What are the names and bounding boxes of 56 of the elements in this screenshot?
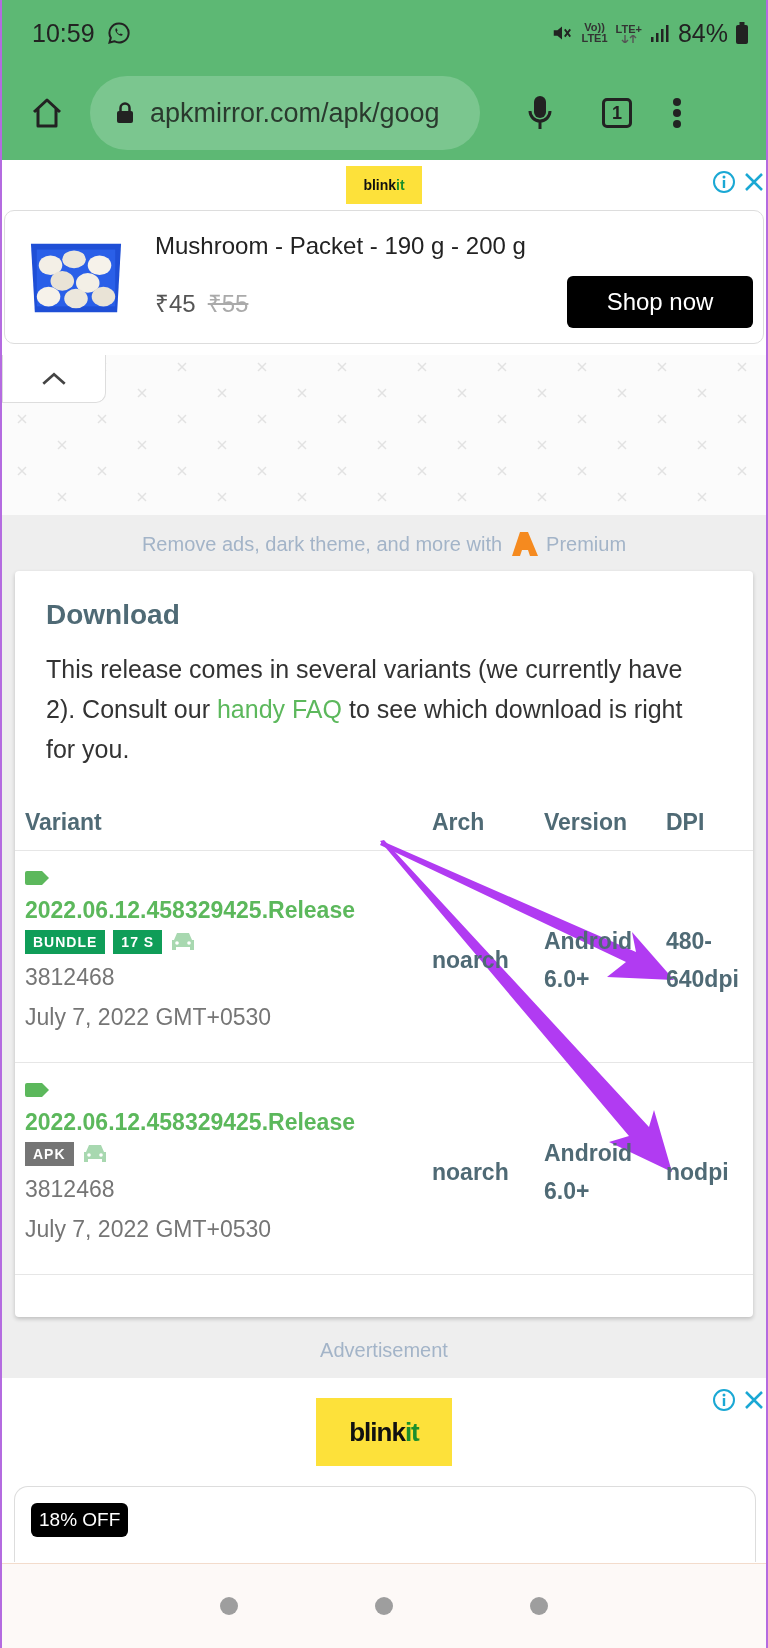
file-size: 3812468	[25, 1175, 115, 1204]
offer-card[interactable]: 18% OFF	[14, 1486, 756, 1562]
upload-date: July 7, 2022 GMT+0530	[25, 1215, 272, 1244]
column-header: Arch	[432, 809, 486, 836]
info-icon[interactable]	[712, 1388, 736, 1412]
battery-icon	[736, 22, 748, 44]
file-size: 3812468	[25, 963, 115, 992]
status-time: 10:59	[32, 18, 95, 48]
brand-logo[interactable]: blinkit	[316, 1398, 452, 1466]
product-card[interactable]: Mushroom - Packet - 190 g - 200 g ₹45 ₹55 Shop now	[4, 210, 764, 344]
intro-paragraph: This release comes in several variants (we currently have 2). Consult our handy FAQ to see which download is right for you.	[46, 654, 684, 765]
nav-recents-button[interactable]	[220, 1597, 239, 1615]
tab-switcher-button[interactable]: 1	[602, 98, 632, 128]
volte-label: Vo))	[584, 22, 605, 33]
battery-percent: 84%	[677, 18, 728, 48]
microphone-icon[interactable]	[528, 95, 552, 131]
column-header: Version	[544, 809, 629, 836]
address-bar[interactable]: apkmirror.com/apk/goog	[90, 76, 480, 150]
variant-tag: APK	[25, 1142, 74, 1166]
product-name: Mushroom - Packet - 190 g - 200 g	[155, 232, 527, 260]
close-icon[interactable]	[744, 172, 764, 192]
premium-promo-text: Remove ads, dark theme, and more with	[141, 532, 503, 556]
variant-tag: BUNDLE	[25, 930, 106, 954]
lte-label: LTE1	[581, 33, 608, 44]
nav-home-button[interactable]	[375, 1597, 393, 1615]
dpi-cell-text: nodpi	[666, 1157, 729, 1187]
tag-icon	[25, 1083, 49, 1097]
lock-icon	[116, 102, 134, 124]
shop-now-button[interactable]: Shop now	[567, 276, 753, 328]
info-icon[interactable]	[712, 170, 736, 194]
tag-icon	[25, 871, 49, 885]
chat-app-icon	[106, 21, 131, 45]
car-icon	[81, 1143, 108, 1165]
nav-back-button[interactable]	[529, 1597, 548, 1615]
upload-date: July 7, 2022 GMT+0530	[25, 1003, 272, 1032]
variant-tag: 17 S	[113, 930, 163, 954]
discount-badge: 18% OFF	[31, 1503, 129, 1537]
old-price: ₹55	[207, 288, 249, 319]
advertisement-label: Advertisement	[320, 1339, 448, 1362]
dpi-cell-text: 480-640dpi	[666, 926, 739, 994]
home-icon[interactable]	[30, 96, 64, 130]
section-title: Download	[46, 599, 181, 631]
version-cell-text: Android 6.0+	[544, 1138, 634, 1206]
car-icon	[170, 931, 197, 953]
lte-plus-label: LTE+	[615, 23, 642, 35]
chevron-up-icon	[41, 371, 67, 386]
column-header: Variant	[25, 809, 103, 836]
brand-logo[interactable]: blinkit	[346, 166, 422, 204]
price: ₹45	[155, 288, 196, 319]
signal-icon	[649, 23, 670, 43]
data-arrows-icon	[620, 34, 637, 43]
close-icon[interactable]	[744, 1390, 764, 1410]
arch-cell-text: noarch	[432, 1157, 509, 1187]
column-header: DPI	[666, 809, 706, 836]
logo-icon	[510, 532, 539, 556]
more-menu-icon[interactable]	[672, 96, 682, 130]
